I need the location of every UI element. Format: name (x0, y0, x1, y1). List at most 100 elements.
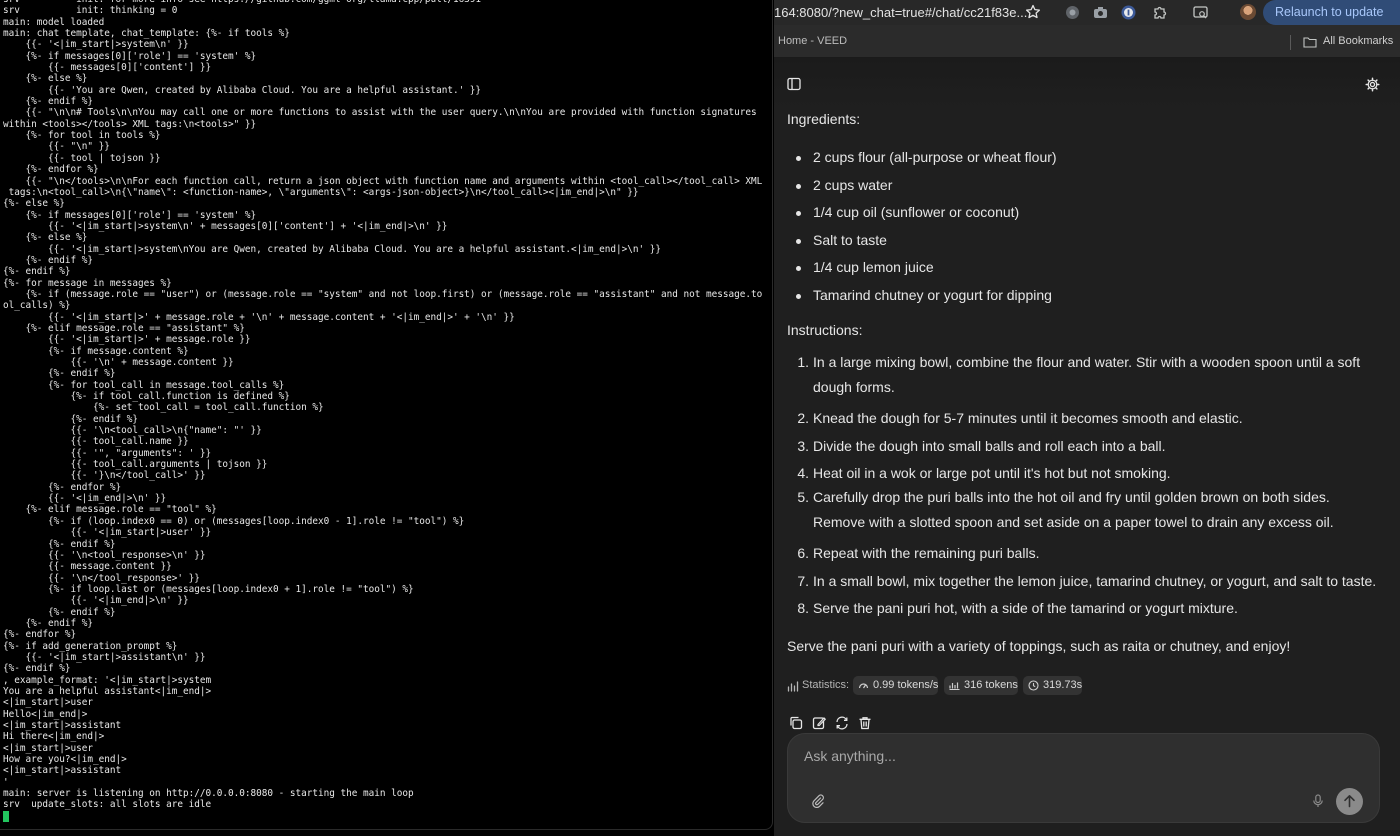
step-number: 6. (797, 545, 809, 561)
terminal-line: <|im_start|>user (3, 742, 93, 754)
generation-time-chip: 319.73s (1023, 676, 1083, 695)
tab-search-icon[interactable] (1192, 4, 1209, 21)
terminal-line: tags:\n<tool_call>\n{\"name\": <function… (3, 186, 639, 198)
terminal-line: {{- '<|im_start|>assistant\n' }} (3, 651, 206, 663)
terminal-line: Hi there<|im_end|> (3, 731, 105, 743)
terminal-line: {{- "\n</tools>\n\nFor each function cal… (3, 175, 763, 187)
chat-page: Ingredients: 2 cups flour (all-purpose o… (774, 58, 1400, 836)
bookmarks-divider (1290, 35, 1291, 50)
ingredients-heading: Ingredients: (787, 111, 861, 127)
terminal-line: {{- '\n</tool_response>' }} (3, 572, 200, 584)
step-text: Repeat with the remaining puri balls. (813, 545, 1040, 561)
extensions-puzzle-icon[interactable] (1152, 4, 1169, 21)
terminal-line: {{- '<|im_end|>\n' }} (3, 595, 189, 607)
terminal-line: <|im_start|>user (3, 697, 93, 709)
terminal-line: {{- '<|im_start|>user' }} (3, 527, 212, 539)
token-count-chip: 316 tokens (944, 676, 1018, 695)
send-button[interactable] (1336, 788, 1363, 815)
ingredient-text: 2 cups water (813, 177, 893, 193)
step-text: In a small bowl, mix together the lemon … (813, 573, 1377, 589)
terminal-line: {%- endfor %} (3, 481, 122, 493)
extension-circle-icon[interactable] (1064, 4, 1081, 21)
bookmark-home-veed[interactable]: Home - VEED (778, 35, 847, 47)
terminal-line: Hello<|im_end|> (3, 708, 88, 720)
password-manager-icon[interactable] (1120, 4, 1137, 21)
copy-icon[interactable] (789, 716, 803, 730)
edit-icon[interactable] (812, 716, 826, 730)
all-bookmarks-link[interactable]: All Bookmarks (1323, 35, 1393, 47)
terminal-line: {%- elif message.role == "tool" %} (3, 504, 217, 516)
arrow-up-icon (1344, 795, 1355, 808)
terminal-line: {%- endif %} (3, 617, 93, 629)
terminal-line: {%- elif message.role == "assistant" %} (3, 322, 245, 334)
ingredient-text: 2 cups flour (all-purpose or wheat flour… (813, 149, 1057, 165)
terminal-line: {%- for tool in tools %} (3, 130, 161, 142)
generation-time-value: 319.73s (1043, 679, 1083, 691)
bookmarks-bar: Home - VEED All Bookmarks (774, 27, 1400, 58)
terminal-line: {%- if add_generation_prompt %} (3, 640, 178, 652)
terminal-line: {%- set tool_call = tool_call.function %… (3, 402, 324, 414)
terminal-line: {%- endfor %} (3, 629, 77, 641)
terminal-line: {%- else %} (3, 232, 88, 244)
terminal-window[interactable]: srv init: for more info see https://gith… (0, 0, 773, 830)
microphone-icon[interactable] (1312, 794, 1324, 808)
attach-paperclip-icon[interactable] (811, 794, 825, 808)
terminal-line: {{- 'You are Qwen, created by Alibaba Cl… (3, 84, 482, 96)
terminal-line: {%- else %} (3, 198, 65, 210)
terminal-line: {%- if (message.role == "user") or (mess… (3, 288, 763, 300)
terminal-line: {%- endif %} (3, 663, 71, 675)
step-text: In a large mixing bowl, combine the flou… (813, 354, 1361, 395)
bookmark-star-icon[interactable] (1025, 4, 1041, 20)
step-number: 7. (797, 573, 809, 589)
message-composer[interactable] (787, 733, 1380, 823)
terminal-line: {{- '<|im_start|>' + message.role + '\n'… (3, 311, 515, 323)
terminal-line: {{- '\n<tool_response>\n' }} (3, 549, 206, 561)
bullet-dot (796, 239, 801, 244)
token-count-value: 316 tokens (964, 679, 1018, 691)
camera-extension-icon[interactable] (1092, 4, 1109, 21)
terminal-line: {%- if tool_call.function is defined %} (3, 391, 290, 403)
terminal-line: {{- tool_call.arguments | tojson }} (3, 459, 268, 471)
instructions-heading: Instructions: (787, 322, 863, 338)
terminal-prompt-line (3, 810, 772, 822)
gauge-icon (858, 683, 869, 689)
address-bar-url[interactable]: 164:8080/?new_chat=true#/chat/cc21f83e..… (774, 5, 1027, 20)
settings-gear-icon[interactable] (1365, 77, 1380, 92)
step-number: 4. (797, 465, 809, 481)
sidebar-toggle-icon[interactable] (787, 77, 801, 91)
terminal-line: {{- '", "arguments": ' }} (3, 447, 212, 459)
terminal-line: {{- message.content }} (3, 561, 172, 573)
terminal-line: <|im_start|>assistant (3, 765, 122, 777)
terminal-line: srv update_slots: all slots are idle (3, 799, 212, 811)
terminal-line: {%- endfor %} (3, 164, 99, 176)
terminal-line: {%- if (loop.index0 == 0) or (messages[l… (3, 515, 465, 527)
tokens-per-second-value: 0.99 tokens/s (873, 679, 939, 691)
terminal-line: {{- "\n" }} (3, 141, 110, 153)
regenerate-icon[interactable] (835, 716, 849, 730)
chat-input[interactable] (804, 746, 1344, 766)
terminal-line: {%- if message.content %} (3, 345, 189, 357)
ingredient-text: 1/4 cup oil (sunflower or coconut) (813, 204, 1020, 220)
bullet-dot (796, 266, 801, 271)
terminal-line: {%- endif %} (3, 606, 116, 618)
app-header (774, 58, 1400, 108)
bullet-dot (796, 211, 801, 216)
terminal-line: {%- endif %} (3, 266, 71, 278)
terminal-line: {%- endif %} (3, 538, 116, 550)
delete-icon[interactable] (858, 716, 872, 730)
terminal-line: You are a helpful assistant<|im_end|> (3, 685, 212, 697)
step-text: Knead the dough for 5-7 minutes until it… (813, 410, 1243, 426)
terminal-cursor (3, 810, 9, 822)
terminal-line: {%- endif %} (3, 96, 93, 108)
profile-avatar[interactable] (1240, 4, 1256, 20)
step-number: 2. (797, 410, 809, 426)
browser-window: 164:8080/?new_chat=true#/chat/cc21f83e..… (774, 0, 1400, 836)
terminal-line: {%- if messages[0]['role'] == 'system' %… (3, 209, 257, 221)
relaunch-to-update-button[interactable]: Relaunch to update (1263, 0, 1400, 25)
bullet-dot (796, 294, 801, 299)
terminal-line: How are you?<|im_end|> (3, 754, 127, 766)
terminal-line: ol_calls) %} (3, 300, 71, 312)
terminal-line: srv init: thinking = 0 (3, 5, 178, 17)
terminal-output: srv init: for more info see https://gith… (3, 0, 772, 822)
terminal-line: {{- messages[0]['content'] }} (3, 62, 212, 74)
